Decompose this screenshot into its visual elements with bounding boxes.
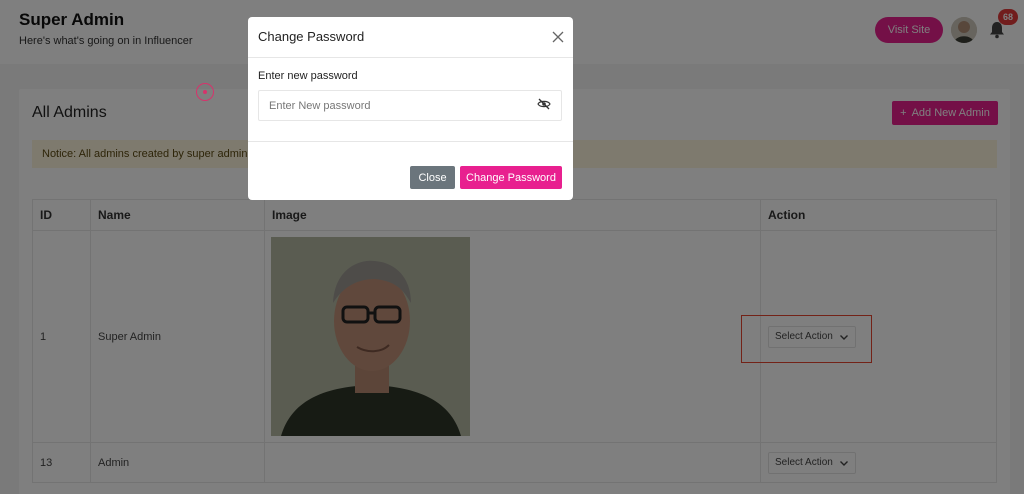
modal-divider [248,141,573,142]
modal-title: Change Password [258,29,365,44]
close-button[interactable]: Close [410,166,455,189]
close-icon[interactable] [551,30,565,44]
modal-header: Change Password [248,17,573,58]
cursor-indicator-icon [196,83,214,101]
change-password-modal: Change Password Enter new password Close… [248,17,573,200]
password-field-label: Enter new password [258,70,358,82]
new-password-input[interactable] [258,90,562,121]
change-password-button[interactable]: Change Password [460,166,562,189]
eye-slash-icon[interactable] [537,97,551,111]
